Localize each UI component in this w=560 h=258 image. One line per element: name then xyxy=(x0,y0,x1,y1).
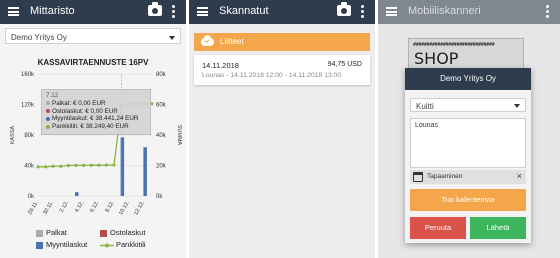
receipt-hashes: ############################## xyxy=(413,42,495,48)
menu-icon[interactable] xyxy=(197,7,208,16)
point-pankkitili xyxy=(89,163,93,167)
myyntilaskut-swatch xyxy=(36,241,43,249)
point-pankkitili xyxy=(44,165,48,169)
more-vert-icon[interactable] xyxy=(172,5,175,19)
x-tick-label: 28.11. xyxy=(27,200,40,216)
dashboard-screen: Mittaristo Demo Yritys Oy KASSAVIRTAENNU… xyxy=(0,0,186,258)
receipt-card[interactable]: 14.11.2018 94,75 USD Lounas - 14.11.2018… xyxy=(194,55,370,85)
document-type-select[interactable]: Kuitti xyxy=(410,98,526,112)
chart-tooltip: 7.12 Palkat: € 0,00 EUR Ostolaskut: € 0,… xyxy=(41,89,151,135)
legend-myyntilaskut[interactable]: Myyntilaskut xyxy=(36,240,87,249)
x-tick-label: 2.12. xyxy=(59,200,71,214)
bar-myyntilaskut xyxy=(143,147,147,196)
calendar-icon xyxy=(413,172,423,182)
point-pankkitili xyxy=(82,163,86,167)
right-axis-title: SUMMA xyxy=(176,125,182,146)
scanned-screen: Skannatut Liitteet 14.11.2018 94,75 USD … xyxy=(189,0,375,258)
ostolaskut-swatch xyxy=(100,229,107,237)
more-vert-icon[interactable] xyxy=(546,5,549,19)
point-pankkitili xyxy=(66,163,70,168)
legend-ostolaskut[interactable]: Ostolaskut xyxy=(100,228,145,237)
bar-myyntilaskut xyxy=(120,137,125,196)
attachments-label: Liitteet xyxy=(220,37,244,46)
company-select[interactable]: Demo Yritys Oy xyxy=(5,28,181,44)
screen-title: Mobiiliskanneri xyxy=(408,5,481,17)
left-tick-label: 120k xyxy=(21,103,35,109)
tooltip-row-ostolaskut: Ostolaskut: € 0,00 EUR xyxy=(46,108,146,116)
dialog-title: Demo Yritys Oy xyxy=(405,68,531,90)
calendar-attachment: Tapaaminen × xyxy=(410,170,526,184)
menu-icon[interactable] xyxy=(8,7,19,16)
chart-title: KASSAVIRTAENNUSTE 16PV xyxy=(37,58,149,67)
scanned-receipt-preview: ############################## SHOP xyxy=(408,38,524,70)
point-pankkitili xyxy=(97,163,101,167)
point-pankkitili xyxy=(51,164,55,168)
tooltip-row-myyntilaskut: Myyntilaskut: € 38.441,24 EUR xyxy=(46,115,146,123)
bar-myyntilaskut xyxy=(75,192,79,196)
mobile-scanner-screen: Mobiiliskanneri ########################… xyxy=(378,0,560,258)
tooltip-row-pankkitili: Pankkitili: € 38.249,40 EUR xyxy=(46,123,146,131)
app-bar: Mittaristo xyxy=(0,0,186,24)
tooltip-row-palkat: Palkat: € 0,00 EUR xyxy=(46,100,146,108)
upload-dialog: Demo Yritys Oy Kuitti Lounas Tapaaminen … xyxy=(405,68,531,243)
receipt-description: Lounas - 14.11.2018 12:00 - 14.11.2018 1… xyxy=(202,72,342,79)
cancel-button[interactable]: Peruuta xyxy=(410,217,466,239)
x-tick-label: 6.12. xyxy=(89,200,101,214)
menu-icon[interactable] xyxy=(386,7,397,16)
right-tick-label: 0k xyxy=(156,194,163,200)
point-pankkitili xyxy=(112,163,116,167)
left-tick-label: 80k xyxy=(24,133,35,139)
receipt-amount: 94,75 USD xyxy=(327,61,362,68)
legend-pankkitili[interactable]: Pankkitili xyxy=(100,240,146,249)
x-tick-label: 30.11. xyxy=(42,200,55,216)
description-field[interactable]: Lounas xyxy=(410,118,526,168)
screen-title: Skannatut xyxy=(219,5,269,17)
send-button[interactable]: Lähetä xyxy=(470,217,526,239)
left-tick-label: 40k xyxy=(24,164,35,170)
app-bar: Skannatut xyxy=(189,0,375,24)
left-axis-title: KASSA xyxy=(10,125,16,144)
import-from-calendar-button[interactable]: Tuo kalenterista xyxy=(410,189,526,211)
x-tick-label: 12.12. xyxy=(133,200,146,217)
legend-palkat[interactable]: Palkat xyxy=(36,228,67,237)
right-tick-label: 60k xyxy=(156,103,167,109)
attachments-banner[interactable]: Liitteet xyxy=(194,33,370,51)
chevron-down-icon xyxy=(169,36,175,40)
tooltip-date: 7.12 xyxy=(46,92,59,99)
left-tick-label: 160k xyxy=(21,72,35,78)
point-pankkitili xyxy=(36,165,40,169)
screen-title: Mittaristo xyxy=(30,5,75,17)
company-select-value: Demo Yritys Oy xyxy=(11,33,67,42)
chevron-down-icon xyxy=(514,104,520,108)
document-type-value: Kuitti xyxy=(416,102,434,111)
point-pankkitili xyxy=(104,163,108,167)
cloud-upload-icon xyxy=(201,35,214,46)
right-tick-label: 20k xyxy=(156,164,167,170)
camera-icon[interactable] xyxy=(337,2,351,16)
x-tick-label: 8.12. xyxy=(104,200,116,214)
more-vert-icon[interactable] xyxy=(361,5,364,19)
x-tick-label: 4.12. xyxy=(74,200,86,214)
left-tick-label: 0k xyxy=(28,194,35,200)
close-icon[interactable]: × xyxy=(517,171,522,181)
right-tick-label: 40k xyxy=(156,133,167,139)
x-tick-label: 10.12. xyxy=(118,200,131,217)
palkat-swatch xyxy=(36,229,43,237)
point-pankkitili xyxy=(59,164,63,168)
app-bar: Mobiiliskanneri xyxy=(378,0,560,24)
point-pankkitili xyxy=(74,163,78,167)
attachment-label: Tapaaminen xyxy=(427,173,463,180)
receipt-date: 14.11.2018 xyxy=(202,61,239,70)
pankkitili-line-swatch xyxy=(100,243,114,248)
receipt-shop-text: SHOP xyxy=(414,49,459,68)
right-tick-label: 80k xyxy=(156,72,167,78)
camera-icon[interactable] xyxy=(148,2,162,16)
